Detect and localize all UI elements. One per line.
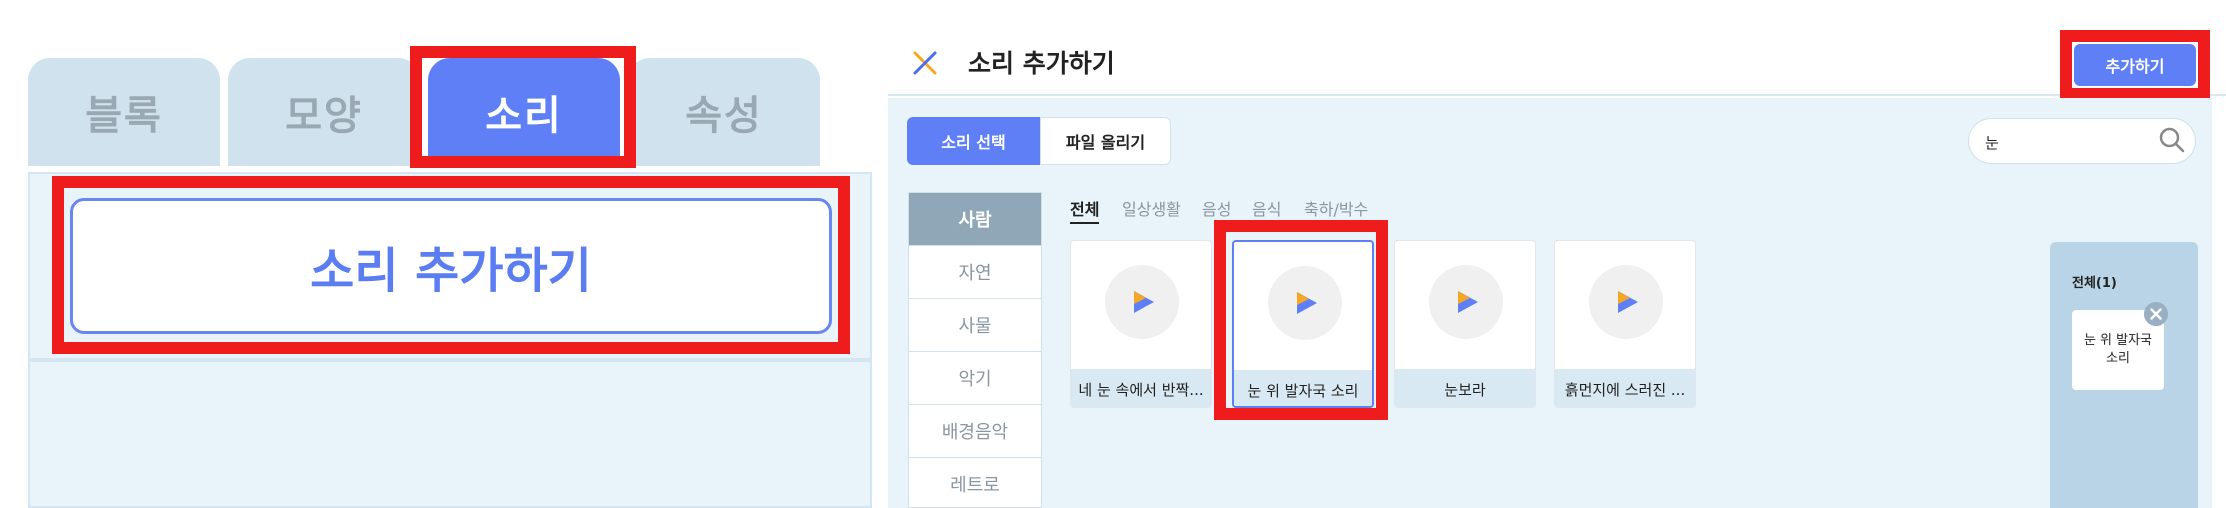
sound-name: 흙먼지에 스러진 ... <box>1555 369 1695 407</box>
tab-label: 모양 <box>285 93 363 139</box>
sound-card-selected[interactable]: 눈 위 발자국 소리 <box>1232 240 1374 408</box>
add-sound-button[interactable]: 소리 추가하기 <box>70 198 832 334</box>
category-item[interactable]: 사물 <box>909 299 1041 352</box>
tab-block[interactable]: 블록 <box>28 58 220 166</box>
category-item[interactable]: 악기 <box>909 352 1041 405</box>
search-icon[interactable] <box>2158 126 2186 154</box>
tab-label: 블록 <box>85 93 163 139</box>
play-button[interactable] <box>1105 265 1179 339</box>
sound-card[interactable]: 네 눈 속에서 반짝... <box>1070 240 1212 408</box>
subtab-daily-life[interactable]: 일상생활 <box>1122 196 1181 220</box>
confirm-add-button[interactable]: 추가하기 <box>2074 44 2196 86</box>
tab-sound[interactable]: 소리 <box>428 58 620 166</box>
tab-file-upload[interactable]: 파일 올리기 <box>1040 117 1171 165</box>
play-button[interactable] <box>1268 266 1342 340</box>
panel-divider <box>28 358 872 362</box>
remove-icon[interactable] <box>2144 302 2168 326</box>
sound-card[interactable]: 흙먼지에 스러진 ... <box>1554 240 1696 408</box>
play-icon <box>1458 291 1478 313</box>
category-item[interactable]: 배경음악 <box>909 405 1041 458</box>
tab-sound-select[interactable]: 소리 선택 <box>907 117 1040 165</box>
play-button[interactable] <box>1429 265 1503 339</box>
play-button[interactable] <box>1589 265 1663 339</box>
sound-name: 눈보라 <box>1395 369 1535 407</box>
play-icon <box>1134 291 1154 313</box>
tab-label: 소리 <box>485 93 563 139</box>
category-item[interactable]: 레트로 <box>909 458 1041 507</box>
tab-shape[interactable]: 모양 <box>228 58 420 166</box>
subtab-food[interactable]: 음식 <box>1252 196 1281 220</box>
tab-label: 속성 <box>685 93 763 139</box>
tab-properties[interactable]: 속성 <box>628 58 820 166</box>
dialog-title: 소리 추가하기 <box>968 49 1115 78</box>
screen: 블록 모양 소리 속성 소리 추가하기 소리 추가하기 추가하기 소리 선택 파… <box>0 0 2226 508</box>
close-icon[interactable] <box>912 50 938 76</box>
category-item[interactable]: 사람 <box>909 193 1041 246</box>
subtab-voice[interactable]: 음성 <box>1202 196 1231 220</box>
sound-card[interactable]: 눈보라 <box>1394 240 1536 408</box>
search-input[interactable] <box>1985 128 2145 156</box>
category-list: 사람 자연 사물 악기 배경음악 레트로 <box>908 192 1042 508</box>
play-icon <box>1297 292 1317 314</box>
sound-name: 네 눈 속에서 반짝... <box>1071 369 1211 407</box>
subtab-celebration[interactable]: 축하/박수 <box>1304 196 1368 220</box>
play-icon <box>1618 291 1638 313</box>
sound-name: 눈 위 발자국 소리 <box>1234 370 1372 406</box>
selected-count: 전체(1) <box>2072 276 2117 291</box>
subtab-all[interactable]: 전체 <box>1070 196 1100 224</box>
category-item[interactable]: 자연 <box>909 246 1041 299</box>
